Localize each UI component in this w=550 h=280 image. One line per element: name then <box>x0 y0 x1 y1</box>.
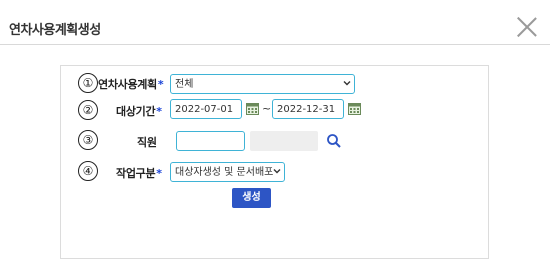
work-type-select[interactable]: 대상자생성 및 문서배포 <box>170 162 285 182</box>
required-mark: * <box>156 167 162 180</box>
employee-name-field <box>250 131 318 151</box>
period-separator: ~ <box>262 102 272 115</box>
step-number-2: ② <box>78 100 98 120</box>
period-end-input[interactable]: 2022-12-31 <box>272 99 344 119</box>
plan-select-value: 전체 <box>175 79 194 90</box>
calendar-icon[interactable] <box>348 102 361 115</box>
generate-button[interactable]: 생성 <box>232 188 271 208</box>
step-number-3: ③ <box>78 130 98 150</box>
period-start-input[interactable]: 2022-07-01 <box>170 99 242 119</box>
plan-select[interactable]: 전체 <box>170 74 355 94</box>
chevron-down-icon <box>273 169 281 174</box>
search-icon[interactable] <box>326 133 342 149</box>
dialog-title: 연차사용계획생성 <box>9 23 101 38</box>
dialog-header: 연차사용계획생성 <box>0 0 550 45</box>
step-number-4: ④ <box>78 161 98 181</box>
chevron-down-icon <box>343 81 351 86</box>
work-type-label: 작업구분* <box>116 165 162 181</box>
work-type-label-text: 작업구분 <box>116 167 156 180</box>
required-mark: * <box>157 78 164 91</box>
step-number-1: ① <box>78 73 98 93</box>
period-label-text: 대상기간 <box>116 105 156 118</box>
calendar-icon[interactable] <box>246 102 259 115</box>
close-icon[interactable] <box>516 16 538 38</box>
required-mark: * <box>156 105 162 118</box>
employee-id-input[interactable] <box>176 131 245 151</box>
employee-label: 직원 <box>137 136 157 149</box>
period-label: 대상기간* <box>116 103 162 119</box>
plan-label: 연차사용계획* <box>98 76 164 92</box>
work-type-select-value: 대상자생성 및 문서배포 <box>175 167 274 178</box>
plan-label-text: 연차사용계획 <box>98 78 157 91</box>
